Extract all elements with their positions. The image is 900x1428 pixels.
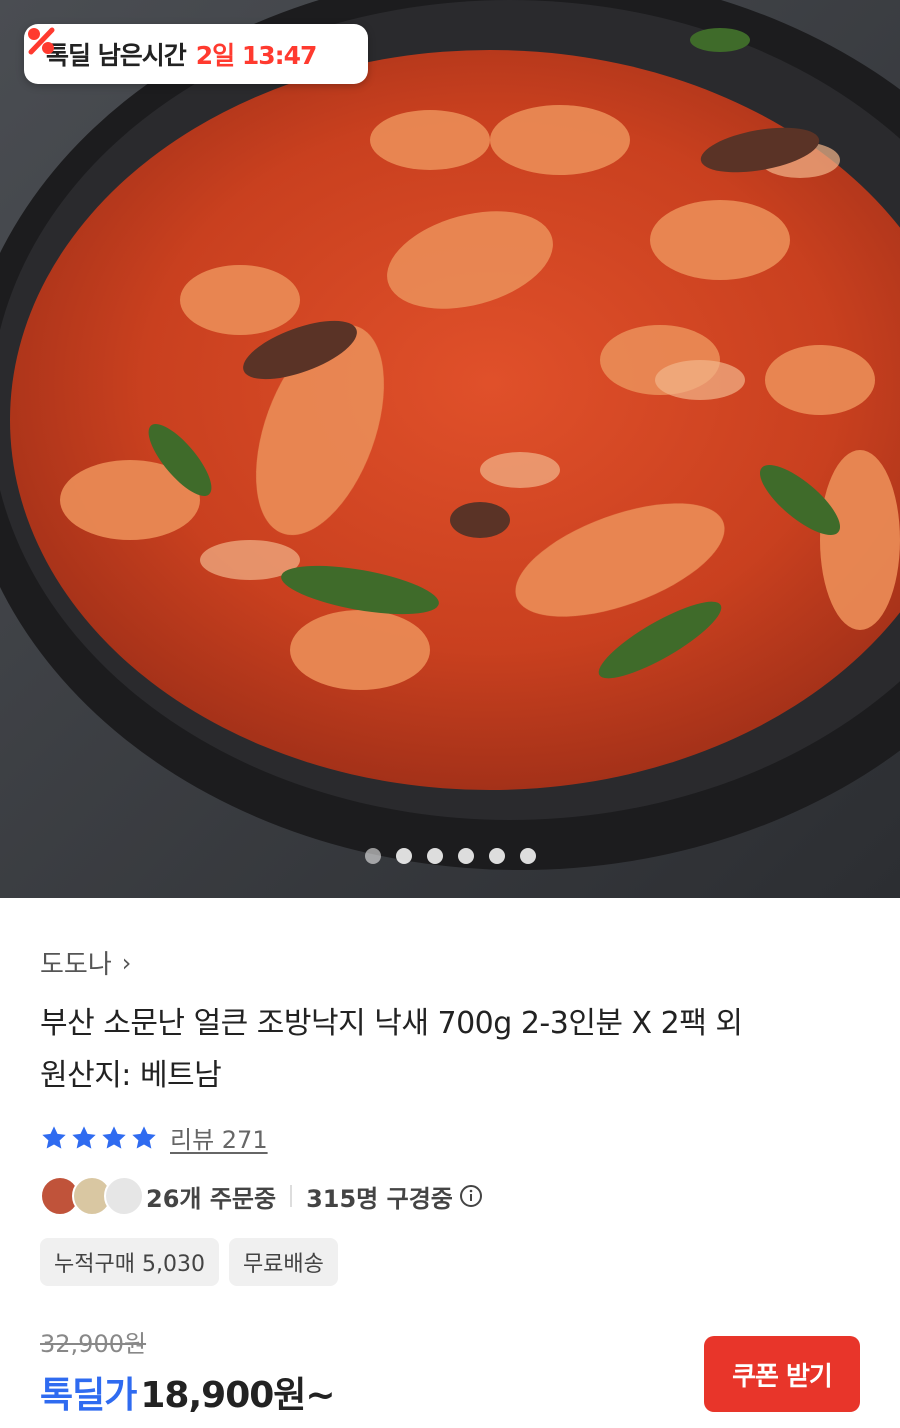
product-origin: 원산지: 베트남 bbox=[40, 1058, 222, 1093]
carousel-dot[interactable] bbox=[395, 848, 412, 864]
social-proof: 26개 주문중 315명 구경중 bbox=[40, 1176, 483, 1216]
star-rating bbox=[40, 1124, 158, 1152]
cumulative-purchase-badge: 누적구매 5,030 bbox=[40, 1238, 219, 1286]
viewer-count: 315명 구경중 bbox=[306, 1184, 453, 1213]
avatar bbox=[104, 1176, 144, 1216]
star-icon bbox=[42, 1125, 66, 1149]
seller-link[interactable]: 도도나 › bbox=[40, 944, 131, 981]
rating-row[interactable]: 리뷰 271 bbox=[40, 1120, 268, 1155]
carousel-dot[interactable] bbox=[426, 848, 443, 864]
review-count-link[interactable]: 리뷰 271 bbox=[170, 1120, 268, 1155]
get-coupon-button[interactable]: 쿠폰 받기 bbox=[704, 1336, 860, 1412]
food-photo bbox=[0, 0, 900, 898]
carousel-dot[interactable] bbox=[519, 848, 536, 864]
carousel-indicator bbox=[0, 848, 900, 864]
carousel-dot[interactable] bbox=[457, 848, 474, 864]
carousel-dot[interactable] bbox=[364, 848, 381, 864]
star-icon bbox=[72, 1125, 96, 1149]
divider bbox=[290, 1185, 293, 1207]
discount-percent-icon bbox=[28, 27, 55, 55]
order-count: 26개 주문중 bbox=[146, 1184, 277, 1213]
product-title: 부산 소문난 얼큰 조방낙지 낙새 700g 2-3인분 X 2팩 외 원산지:… bbox=[40, 998, 870, 1102]
carousel-dot[interactable] bbox=[488, 848, 505, 864]
deal-price-row: 톡딜가 18,900원~ bbox=[40, 1366, 336, 1418]
seller-name: 도도나 bbox=[40, 950, 112, 980]
original-price: 32,900원 bbox=[40, 1330, 147, 1358]
buyer-avatars bbox=[40, 1176, 146, 1216]
chevron-right-icon: › bbox=[121, 948, 132, 977]
timer-value: 2일 13:47 bbox=[195, 41, 318, 70]
info-icon[interactable] bbox=[459, 1184, 483, 1208]
deal-timer: 톡딜 남은시간 2일 13:47 bbox=[24, 24, 368, 84]
badge-row: 누적구매 5,030 무료배송 bbox=[40, 1238, 338, 1286]
free-shipping-badge: 무료배송 bbox=[228, 1238, 338, 1286]
star-icon bbox=[102, 1125, 126, 1149]
timer-label: 톡딜 남은시간 bbox=[46, 41, 187, 70]
product-image[interactable]: 톡딜 남은시간 2일 13:47 bbox=[0, 0, 900, 898]
product-title-line: 부산 소문난 얼큰 조방낙지 낙새 700g 2-3인분 X 2팩 외 bbox=[40, 1006, 743, 1041]
star-icon bbox=[132, 1125, 156, 1149]
deal-label: 톡딜가 bbox=[40, 1375, 137, 1416]
deal-price: 18,900원~ bbox=[140, 1375, 335, 1416]
